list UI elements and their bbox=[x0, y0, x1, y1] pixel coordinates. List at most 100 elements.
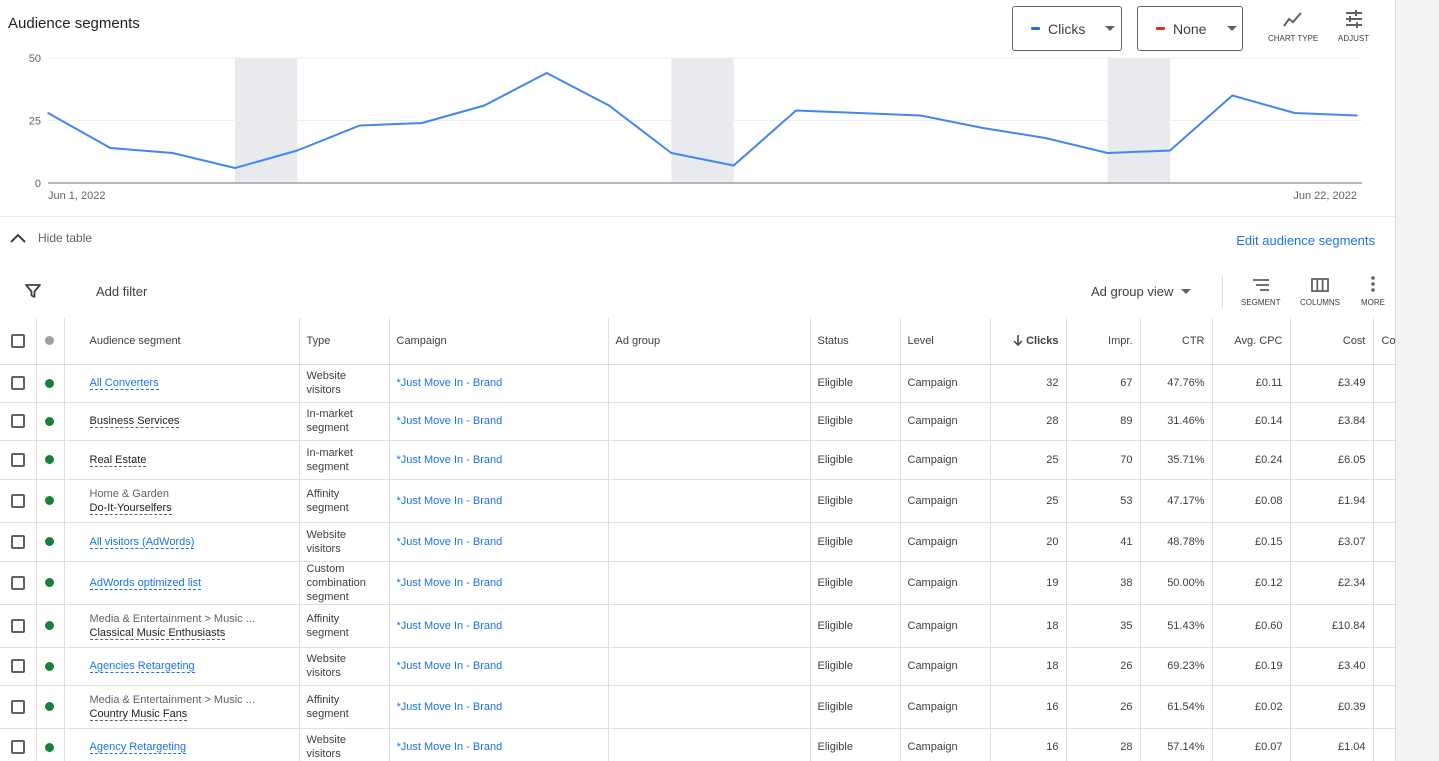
segment-name-link[interactable]: All visitors (AdWords) bbox=[89, 535, 195, 549]
type-cell: Affinity segment bbox=[299, 479, 390, 523]
col-header-campaign[interactable]: Campaign bbox=[389, 318, 609, 365]
col-header-ctr[interactable]: CTR bbox=[1140, 318, 1213, 365]
col-header-conv[interactable]: Co bbox=[1373, 318, 1395, 365]
segment-name[interactable]: Do-It-Yourselfers bbox=[89, 501, 172, 515]
add-filter-input[interactable]: Add filter bbox=[96, 284, 147, 299]
segment-name[interactable]: Classical Music Enthusiasts bbox=[89, 626, 226, 640]
clicks-data-point bbox=[358, 124, 361, 127]
adjust-button[interactable]: ADJUST bbox=[1338, 10, 1369, 43]
metric1-select[interactable]: Clicks bbox=[1012, 6, 1122, 51]
select-all-checkbox[interactable] bbox=[11, 333, 25, 348]
campaign-link[interactable]: *Just Move In - Brand bbox=[397, 620, 503, 632]
segment-cell: Home & Garden Do-It-Yourselfers bbox=[64, 479, 300, 523]
row-checkbox[interactable] bbox=[11, 659, 25, 673]
conv-cell bbox=[1373, 728, 1395, 761]
row-status-cell bbox=[36, 647, 65, 686]
segment-name[interactable]: Business Services bbox=[89, 415, 180, 428]
table-row[interactable]: Agency Retargeting Website visitors *Just… bbox=[0, 728, 1395, 761]
col-header-cpc[interactable]: Avg. CPC bbox=[1212, 318, 1291, 365]
enabled-status-dot-icon bbox=[44, 661, 54, 671]
campaign-cell: *Just Move In - Brand bbox=[389, 561, 609, 605]
ctr-cell: 48.78% bbox=[1140, 522, 1213, 562]
type-line: segment bbox=[306, 707, 349, 720]
campaign-cell: *Just Move In - Brand bbox=[389, 440, 609, 480]
type-cell: Website visitors bbox=[299, 647, 390, 686]
col-header-level[interactable]: Level bbox=[900, 318, 991, 365]
campaign-link[interactable]: *Just Move In - Brand bbox=[397, 495, 503, 507]
segment-name-link[interactable]: AdWords optimized list bbox=[89, 576, 202, 590]
level-cell: Campaign bbox=[900, 604, 991, 648]
campaign-cell: *Just Move In - Brand bbox=[389, 604, 609, 648]
segment-name-link[interactable]: Agency Retargeting bbox=[89, 741, 187, 754]
col-header-impr[interactable]: Impr. bbox=[1066, 318, 1141, 365]
table-row[interactable]: Media & Entertainment > Music ... Classic… bbox=[0, 604, 1395, 648]
campaign-link[interactable]: *Just Move In - Brand bbox=[397, 454, 503, 466]
hide-table-toggle[interactable]: Hide table bbox=[10, 231, 92, 245]
table-row[interactable]: Real Estate In-market segment *Just Move … bbox=[0, 440, 1395, 480]
row-checkbox[interactable] bbox=[11, 376, 25, 390]
cpc-cell: £0.15 bbox=[1212, 522, 1291, 562]
table-row[interactable]: Agencies Retargeting Website visitors *Ju… bbox=[0, 647, 1395, 686]
segment-name-link[interactable]: All Converters bbox=[89, 377, 159, 390]
col-header-ad-group[interactable]: Ad group bbox=[608, 318, 811, 365]
level-cell: Campaign bbox=[900, 728, 991, 761]
campaign-link[interactable]: *Just Move In - Brand bbox=[397, 377, 503, 389]
segment-button[interactable]: SEGMENT bbox=[1241, 278, 1281, 307]
campaign-link[interactable]: *Just Move In - Brand bbox=[397, 701, 503, 713]
segment-name[interactable]: Country Music Fans bbox=[89, 707, 188, 721]
campaign-link[interactable]: *Just Move In - Brand bbox=[397, 741, 503, 753]
campaign-cell: *Just Move In - Brand bbox=[389, 685, 609, 729]
row-checkbox[interactable] bbox=[11, 740, 25, 754]
clicks-data-point bbox=[545, 72, 548, 74]
chart-type-button[interactable]: CHART TYPE bbox=[1268, 10, 1318, 43]
table-row[interactable]: Business Services In-market segment *Just… bbox=[0, 402, 1395, 441]
row-checkbox[interactable] bbox=[11, 493, 25, 508]
segment-path: Media & Entertainment > Music ... bbox=[89, 612, 255, 625]
impr-cell: 35 bbox=[1066, 604, 1141, 648]
segment-name-link[interactable]: Agencies Retargeting bbox=[89, 660, 195, 673]
chevron-up-icon bbox=[10, 233, 26, 243]
row-checkbox[interactable] bbox=[11, 414, 25, 428]
status-cell: Eligible bbox=[810, 561, 901, 605]
col-header-type[interactable]: Type bbox=[299, 318, 390, 365]
arrow-down-sort-icon bbox=[1013, 335, 1023, 347]
row-select-cell bbox=[0, 364, 37, 403]
table-row[interactable]: Home & Garden Do-It-Yourselfers Affinity s… bbox=[0, 479, 1395, 523]
type-line: segment bbox=[306, 590, 349, 603]
campaign-link[interactable]: *Just Move In - Brand bbox=[397, 660, 503, 672]
campaign-link[interactable]: *Just Move In - Brand bbox=[397, 415, 503, 427]
more-button[interactable]: MORE bbox=[1361, 276, 1385, 307]
table-row[interactable]: All Converters Website visitors *Just Mov… bbox=[0, 364, 1395, 403]
campaign-link[interactable]: *Just Move In - Brand bbox=[397, 577, 503, 589]
table-row[interactable]: AdWords optimized list Custom combination… bbox=[0, 561, 1395, 605]
filter-icon[interactable] bbox=[25, 283, 41, 299]
line-chart-icon bbox=[1283, 12, 1302, 27]
type-line: segment bbox=[306, 460, 349, 473]
row-checkbox[interactable] bbox=[11, 575, 25, 590]
segment-cell: Real Estate bbox=[64, 440, 300, 480]
impr-cell: 67 bbox=[1066, 364, 1141, 403]
clicks-data-point bbox=[1169, 149, 1171, 152]
type-line: Website bbox=[306, 734, 347, 746]
col-header-status[interactable]: Status bbox=[810, 318, 901, 365]
row-checkbox[interactable] bbox=[11, 699, 25, 714]
segment-cell: AdWords optimized list bbox=[64, 561, 300, 605]
metric2-select[interactable]: None bbox=[1137, 6, 1243, 51]
columns-button[interactable]: COLUMNS bbox=[1300, 278, 1340, 307]
segment-name[interactable]: Real Estate bbox=[89, 453, 147, 467]
row-checkbox[interactable] bbox=[11, 452, 25, 467]
col-header-segment[interactable]: Audience segment bbox=[64, 318, 300, 365]
clicks-data-point bbox=[1293, 112, 1296, 114]
row-checkbox[interactable] bbox=[11, 534, 25, 549]
ad-group-view-select[interactable]: Ad group view bbox=[1091, 284, 1192, 299]
segment-cell: Agencies Retargeting bbox=[64, 647, 300, 686]
col-header-clicks[interactable]: Clicks bbox=[990, 318, 1067, 365]
table-row[interactable]: All visitors (AdWords) Website visitors *… bbox=[0, 522, 1395, 562]
row-checkbox[interactable] bbox=[11, 618, 25, 633]
cost-cell: £6.05 bbox=[1290, 440, 1374, 480]
col-header-cost[interactable]: Cost bbox=[1290, 318, 1374, 365]
table-row[interactable]: Media & Entertainment > Music ... Country… bbox=[0, 685, 1395, 729]
row-select-cell bbox=[0, 522, 37, 562]
campaign-link[interactable]: *Just Move In - Brand bbox=[397, 536, 503, 548]
edit-audience-segments-link[interactable]: Edit audience segments bbox=[1236, 233, 1375, 248]
